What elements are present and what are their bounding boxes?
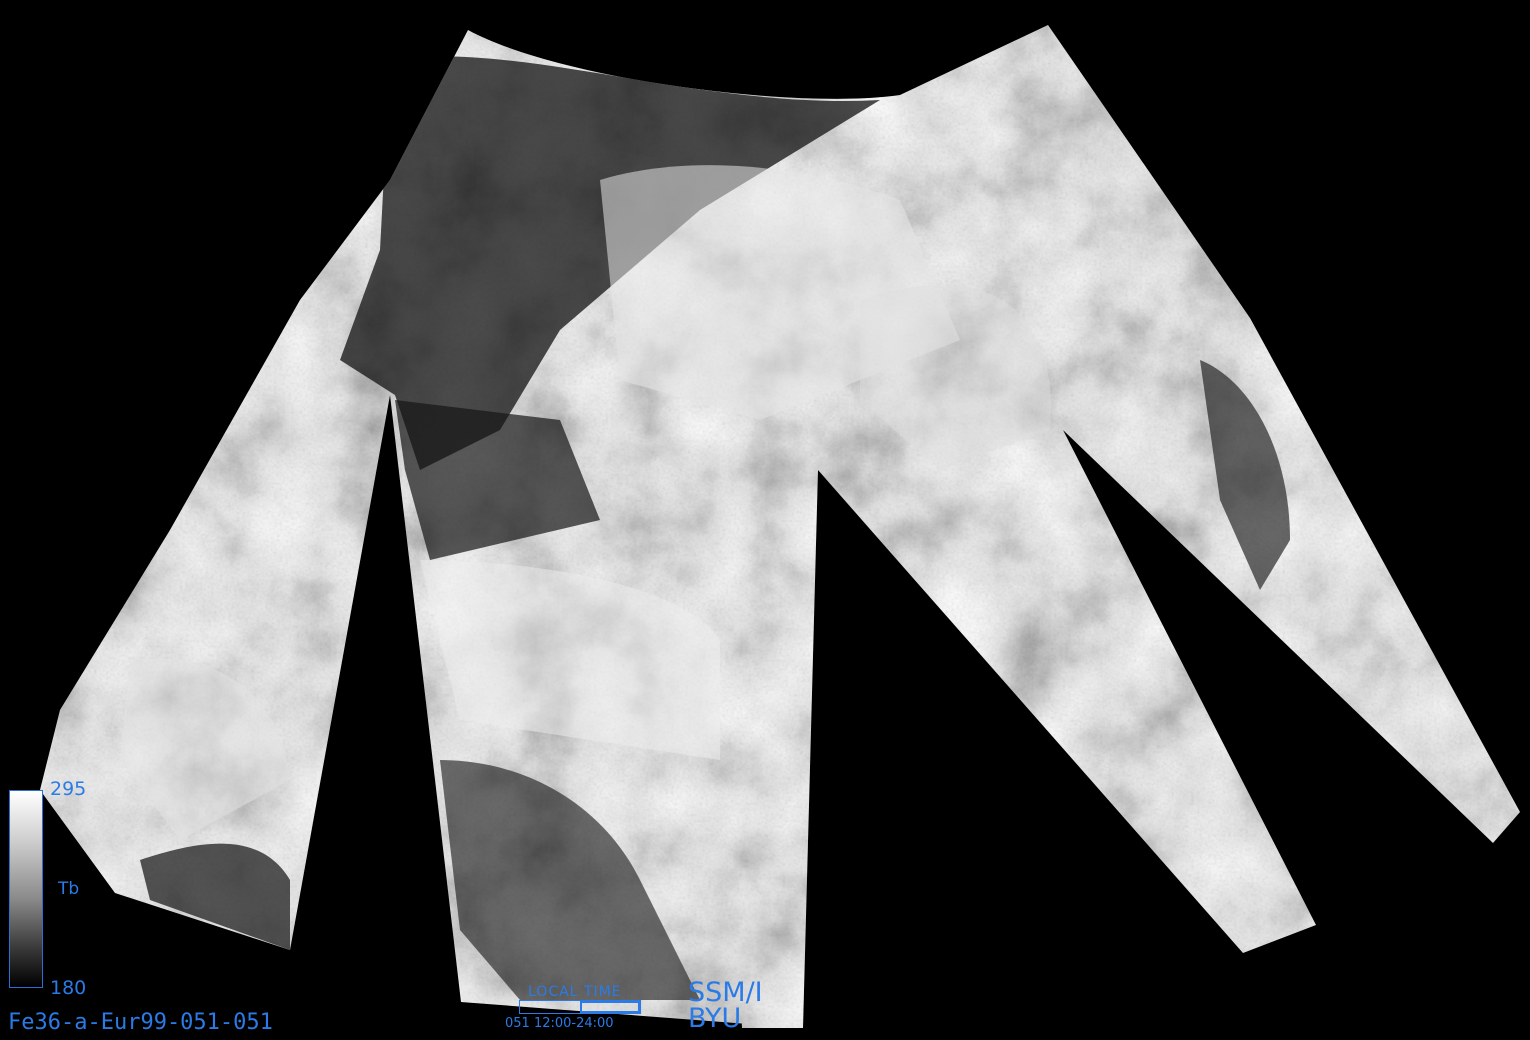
product-id-label: Fe36-a-Eur99-051-051: [8, 1010, 273, 1035]
colorbar-quantity-label: Tb: [58, 879, 80, 899]
local-time-range: 051 12:00-24:00: [505, 1016, 614, 1031]
local-time-title: LOCAL TIME: [528, 984, 622, 1000]
local-time-bar-fill: [580, 1001, 640, 1013]
temperature-colorbar: [9, 790, 43, 988]
colorbar-min-label: 180: [50, 977, 87, 999]
colorbar-max-label: 295: [50, 778, 87, 800]
satellite-swath-mosaic: [0, 0, 1530, 1040]
organization-label: BYU: [688, 1003, 742, 1034]
